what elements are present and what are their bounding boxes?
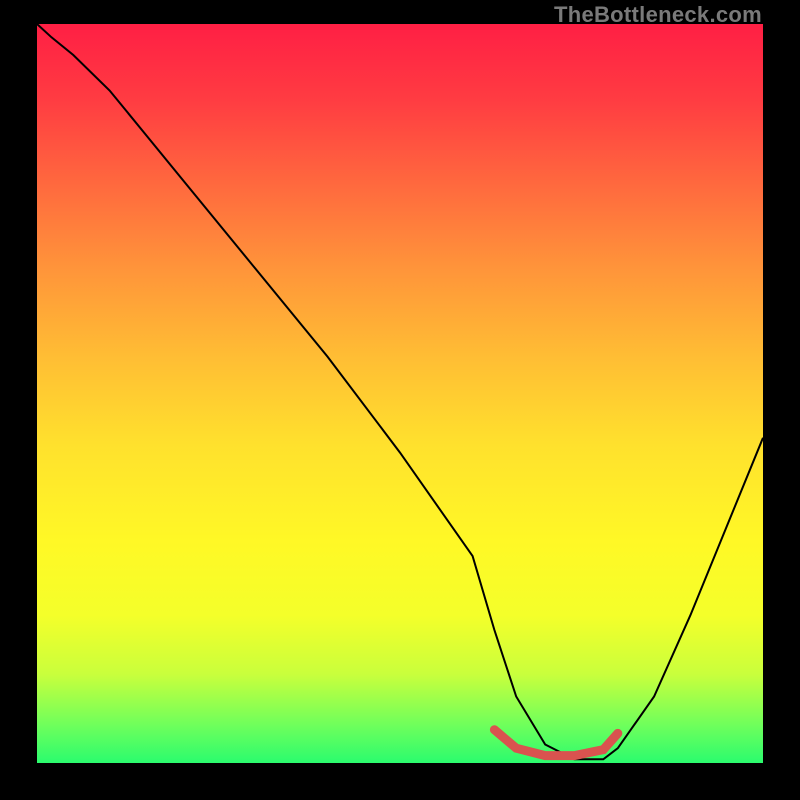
- bottleneck-curve: [37, 24, 763, 759]
- chart-svg: [37, 24, 763, 763]
- optimal-range-highlight: [494, 730, 617, 756]
- chart-frame: TheBottleneck.com: [0, 0, 800, 800]
- watermark-text: TheBottleneck.com: [554, 2, 762, 28]
